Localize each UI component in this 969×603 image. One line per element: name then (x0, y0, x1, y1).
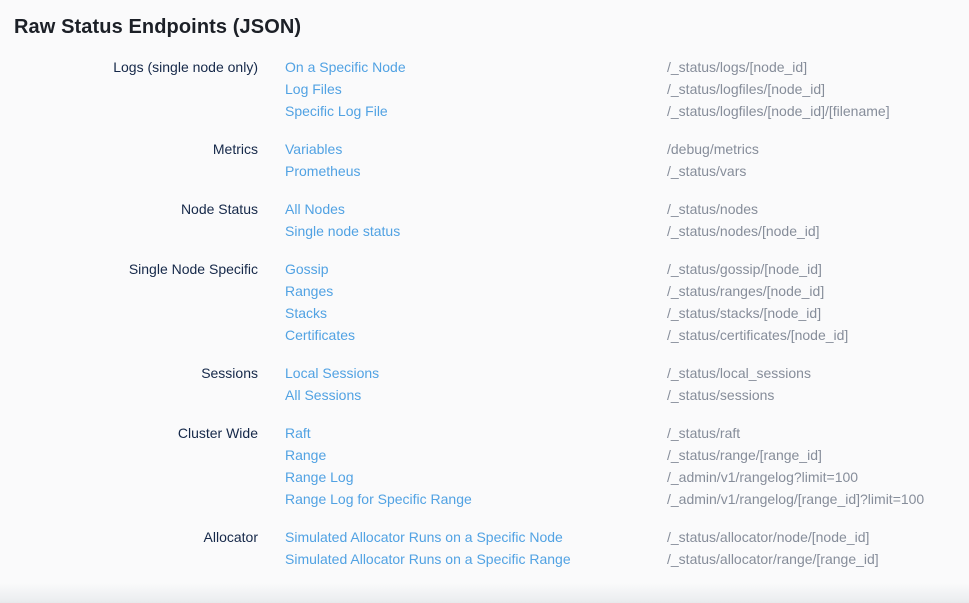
endpoint-group: Metrics VariablesPrometheus /debug/metri… (14, 138, 955, 182)
endpoint-link[interactable]: Range Log (285, 466, 354, 488)
endpoint-path: /_status/nodes/[node_id] (667, 220, 955, 242)
endpoint-links-column: RaftRangeRange LogRange Log for Specific… (285, 422, 640, 510)
endpoint-link[interactable]: Simulated Allocator Runs on a Specific R… (285, 548, 571, 570)
endpoint-path: /_status/logfiles/[node_id] (667, 78, 955, 100)
endpoint-link[interactable]: Single node status (285, 220, 400, 242)
endpoint-path: /debug/metrics (667, 138, 955, 160)
endpoint-category-label: Node Status (14, 198, 258, 242)
endpoint-group: Sessions Local SessionsAll Sessions /_st… (14, 362, 955, 406)
endpoint-path: /_status/allocator/range/[range_id] (667, 548, 955, 570)
endpoint-paths-column: /_status/local_sessions/_status/sessions (667, 362, 955, 406)
endpoint-links-column: All NodesSingle node status (285, 198, 640, 242)
endpoint-category-label: Sessions (14, 362, 258, 406)
endpoint-link[interactable]: All Nodes (285, 198, 345, 220)
endpoint-link[interactable]: Log Files (285, 78, 342, 100)
raw-status-endpoints-page: Raw Status Endpoints (JSON) Logs (single… (0, 0, 969, 570)
endpoint-links-column: On a Specific NodeLog FilesSpecific Log … (285, 56, 640, 122)
endpoint-path: /_status/logfiles/[node_id]/[filename] (667, 100, 955, 122)
endpoint-paths-column: /debug/metrics/_status/vars (667, 138, 955, 182)
endpoint-links-column: Simulated Allocator Runs on a Specific N… (285, 526, 640, 570)
endpoint-paths-column: /_status/raft/_status/range/[range_id]/_… (667, 422, 955, 510)
endpoint-path: /_status/raft (667, 422, 955, 444)
endpoint-path: /_status/allocator/node/[node_id] (667, 526, 955, 548)
endpoint-path: /_status/stacks/[node_id] (667, 302, 955, 324)
endpoint-paths-column: /_status/logs/[node_id]/_status/logfiles… (667, 56, 955, 122)
endpoint-category-label: Cluster Wide (14, 422, 258, 510)
endpoint-link[interactable]: Specific Log File (285, 100, 388, 122)
endpoint-link[interactable]: Raft (285, 422, 311, 444)
bottom-fade (0, 583, 969, 603)
endpoint-links-column: Local SessionsAll Sessions (285, 362, 640, 406)
endpoint-category-label: Single Node Specific (14, 258, 258, 346)
endpoint-link[interactable]: Gossip (285, 258, 329, 280)
endpoint-link[interactable]: Prometheus (285, 160, 360, 182)
endpoint-group: Allocator Simulated Allocator Runs on a … (14, 526, 955, 570)
endpoint-link[interactable]: Range Log for Specific Range (285, 488, 472, 510)
endpoint-link[interactable]: All Sessions (285, 384, 361, 406)
endpoint-paths-column: /_status/nodes/_status/nodes/[node_id] (667, 198, 955, 242)
endpoint-path: /_status/gossip/[node_id] (667, 258, 955, 280)
endpoint-path: /_status/certificates/[node_id] (667, 324, 955, 346)
endpoint-link[interactable]: Certificates (285, 324, 355, 346)
endpoint-path: /_status/logs/[node_id] (667, 56, 955, 78)
endpoint-group: Logs (single node only) On a Specific No… (14, 56, 955, 122)
endpoint-groups-list: Logs (single node only) On a Specific No… (14, 56, 955, 570)
endpoint-link[interactable]: Local Sessions (285, 362, 379, 384)
endpoint-path: /_status/range/[range_id] (667, 444, 955, 466)
endpoint-path: /_admin/v1/rangelog/[range_id]?limit=100 (667, 488, 955, 510)
endpoint-links-column: VariablesPrometheus (285, 138, 640, 182)
endpoint-link[interactable]: Simulated Allocator Runs on a Specific N… (285, 526, 563, 548)
endpoint-path: /_status/nodes (667, 198, 955, 220)
endpoint-path: /_status/ranges/[node_id] (667, 280, 955, 302)
endpoint-category-label: Allocator (14, 526, 258, 570)
endpoint-link[interactable]: Range (285, 444, 326, 466)
endpoint-path: /_status/vars (667, 160, 955, 182)
endpoint-paths-column: /_status/allocator/node/[node_id]/_statu… (667, 526, 955, 570)
endpoint-category-label: Logs (single node only) (14, 56, 258, 122)
endpoint-link[interactable]: Ranges (285, 280, 333, 302)
endpoint-link[interactable]: Variables (285, 138, 342, 160)
endpoint-link[interactable]: On a Specific Node (285, 56, 406, 78)
endpoint-links-column: GossipRangesStacksCertificates (285, 258, 640, 346)
endpoint-paths-column: /_status/gossip/[node_id]/_status/ranges… (667, 258, 955, 346)
endpoint-path: /_admin/v1/rangelog?limit=100 (667, 466, 955, 488)
endpoint-link[interactable]: Stacks (285, 302, 327, 324)
endpoint-group: Node Status All NodesSingle node status … (14, 198, 955, 242)
endpoint-path: /_status/sessions (667, 384, 955, 406)
endpoint-group: Cluster Wide RaftRangeRange LogRange Log… (14, 422, 955, 510)
page-title: Raw Status Endpoints (JSON) (14, 14, 955, 40)
endpoint-group: Single Node Specific GossipRangesStacksC… (14, 258, 955, 346)
endpoint-category-label: Metrics (14, 138, 258, 182)
endpoint-path: /_status/local_sessions (667, 362, 955, 384)
